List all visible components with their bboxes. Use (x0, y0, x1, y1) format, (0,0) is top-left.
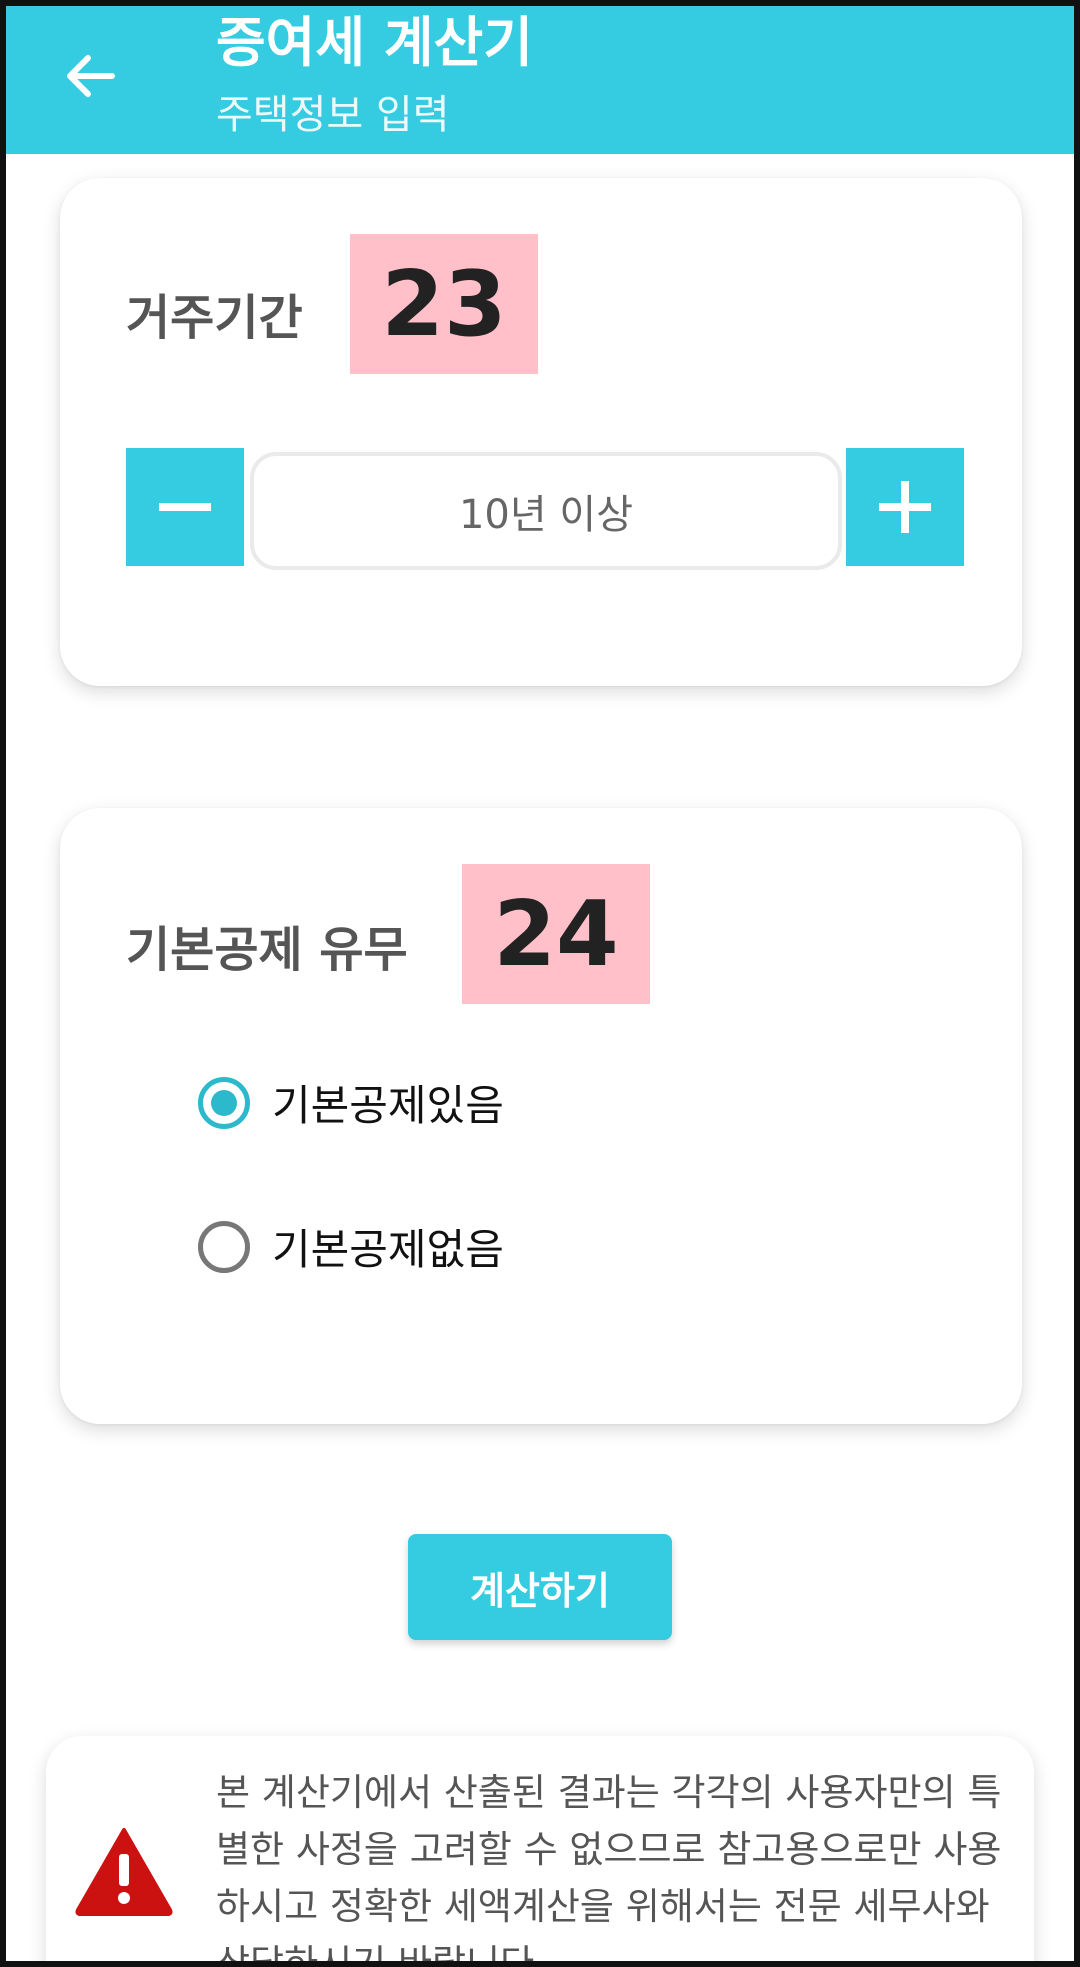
step-badge: 24 (462, 864, 650, 1004)
arrow-left-icon (67, 55, 115, 97)
radio-unchecked[interactable] (198, 1220, 250, 1273)
decrement-button[interactable] (126, 448, 244, 566)
calculate-button[interactable]: 계산하기 (408, 1534, 672, 1640)
back-button[interactable] (58, 44, 122, 108)
disclaimer-text: 본 계산기에서 산출된 결과는 각각의 사용자만의 특별한 사정을 고려할 수 … (216, 1771, 1002, 1961)
radio-label: 기본공제있음 (272, 1081, 504, 1130)
app-bar: 증여세 계산기 주택정보 입력 (6, 6, 1074, 154)
plus-icon (879, 481, 931, 533)
residence-period-label: 거주기간 (126, 290, 303, 346)
radio-option-with-deduction[interactable]: 기본공제있음 (198, 1072, 504, 1133)
step-badge: 23 (350, 234, 538, 374)
disclaimer-card: 본 계산기에서 산출된 결과는 각각의 사용자만의 특별한 사정을 고려할 수 … (46, 1736, 1034, 1961)
residence-period-card: 거주기간 23 10년 이상 (60, 178, 1022, 686)
main-content: 거주기간 23 10년 이상 기본공제 유무 24 기본공제있음 기본공제없음 … (6, 154, 1074, 1961)
app-subtitle: 주택정보 입력 (216, 92, 450, 138)
radio-checked[interactable] (198, 1076, 250, 1129)
warning-icon (75, 1828, 173, 1916)
basic-deduction-label: 기본공제 유무 (126, 922, 408, 978)
app-title: 증여세 계산기 (216, 11, 533, 74)
radio-label: 기본공제없음 (272, 1225, 504, 1274)
basic-deduction-card: 기본공제 유무 24 기본공제있음 기본공제없음 (60, 808, 1022, 1424)
radio-option-without-deduction[interactable]: 기본공제없음 (198, 1216, 504, 1277)
minus-icon (159, 503, 211, 511)
increment-button[interactable] (846, 448, 964, 566)
residence-period-field[interactable]: 10년 이상 (250, 452, 842, 570)
